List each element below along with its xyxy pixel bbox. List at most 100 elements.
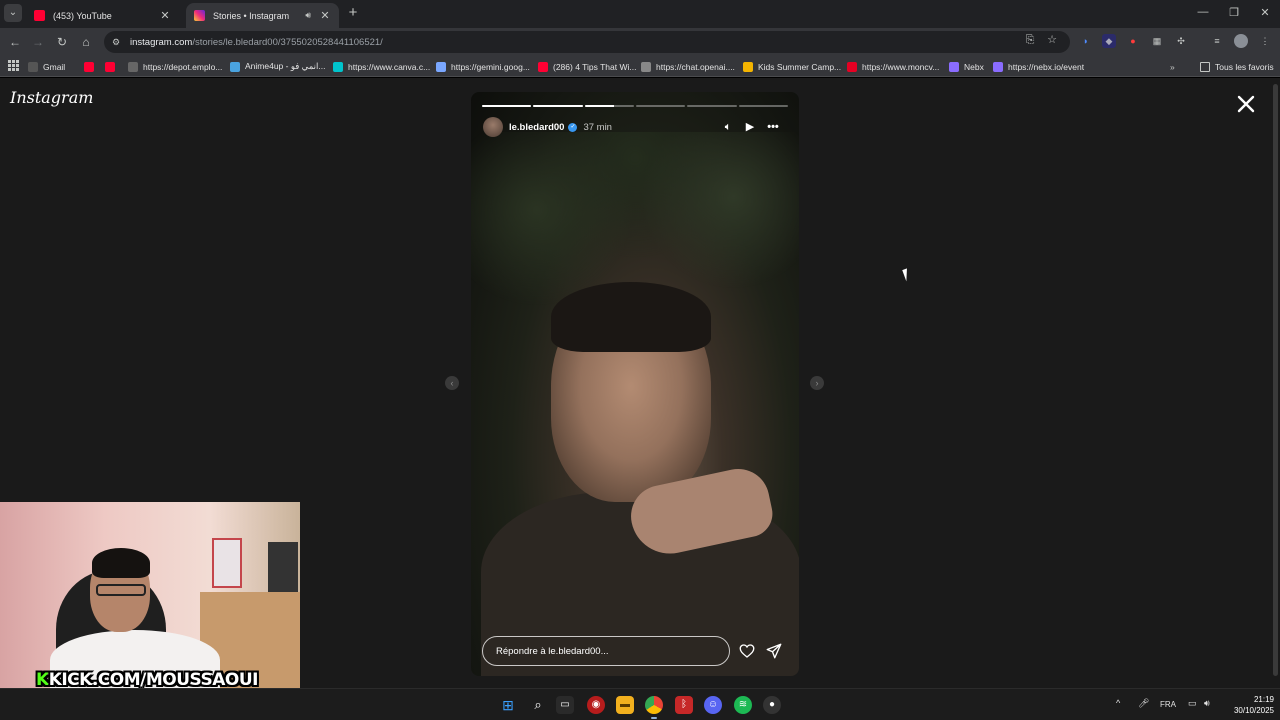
task-view-icon[interactable]: ▭ [556, 696, 574, 714]
app-icon[interactable]: ◉ [587, 696, 605, 714]
all-bookmarks-folder[interactable]: Tous les favoris [1200, 59, 1274, 74]
send-share-icon[interactable] [765, 642, 783, 660]
spotify-icon[interactable]: ≋ [734, 696, 752, 714]
bookmark-item[interactable]: https://chat.openai.... [641, 59, 735, 74]
discord-icon[interactable]: ☺ [704, 696, 722, 714]
globe-icon [128, 61, 138, 72]
verified-badge-icon: ✓ [568, 122, 578, 132]
chrome-icon[interactable] [645, 696, 663, 714]
network-icon[interactable]: ▭ [1188, 698, 1197, 709]
bookmark-item[interactable]: https://gemini.goog... [436, 59, 530, 74]
gmail-icon [28, 61, 38, 72]
bookmark-item[interactable]: (286) 4 Tips That Wi... [538, 59, 636, 74]
kick-channel-url: KICK.COM/MOUSSAOUI [48, 670, 259, 689]
bookmark-item[interactable] [84, 59, 99, 74]
instagram-icon [194, 10, 205, 21]
file-explorer-icon[interactable]: ▬ [616, 696, 634, 714]
extension-icon[interactable]: ● [1126, 34, 1140, 48]
close-window-icon[interactable]: ✕ [1258, 6, 1272, 19]
speaker-icon[interactable]: 🔊︎ [305, 10, 311, 21]
kick-logo-letter: K [36, 670, 49, 689]
like-heart-icon[interactable] [738, 642, 756, 660]
bookmark-label: https://www.canva.c... [348, 61, 431, 72]
next-story-icon[interactable]: › [810, 376, 824, 390]
search-icon[interactable]: ⌕ [529, 696, 547, 714]
tab-instagram[interactable]: Stories • Instagram 🔊︎ ✕ [186, 3, 339, 28]
tab-title: (453) YouTube [53, 10, 112, 21]
bookmark-item[interactable]: https://nebx.io/event [993, 59, 1084, 74]
clock-time: 21:19 [1253, 695, 1274, 704]
play-icon[interactable]: ▶ [742, 119, 758, 135]
bookmark-item[interactable]: https://www.canva.c... [333, 59, 430, 74]
bookmark-label: Anime4up - انمي فو... [245, 61, 326, 71]
bookmark-item[interactable]: Anime4up - انمي فو... [230, 59, 325, 74]
youtube-icon [84, 61, 94, 72]
instagram-logo[interactable]: Instagram [10, 88, 93, 107]
address-bar[interactable]: ⚙ instagram.com/stories/le.bledard00/375… [104, 31, 1070, 53]
windows-taskbar: ⊞ ⌕ ▭ ◉ ▬ ᛒ ☺ ≋ ● ^ 🎤︎ FRA ▭ 🔊︎ 21:19 30… [0, 688, 1280, 720]
site-info-icon[interactable]: ⚙ [112, 37, 124, 48]
bookmark-item[interactable]: https://www.moncv... [847, 59, 939, 74]
app-icon[interactable]: ● [763, 696, 781, 714]
extensions-puzzle-icon[interactable]: ✣ [1174, 34, 1188, 48]
restore-icon[interactable]: ❐ [1227, 6, 1241, 19]
app-icon[interactable]: ᛒ [675, 696, 693, 714]
language-indicator[interactable]: FRA [1160, 700, 1176, 709]
minimize-icon[interactable]: — [1196, 6, 1210, 18]
bookmark-star-icon[interactable]: ☆ [1044, 32, 1060, 48]
back-icon[interactable]: ← [7, 34, 23, 50]
story-username[interactable]: le.bledard00 [509, 122, 564, 133]
mouse-cursor [902, 266, 916, 282]
youtube-icon [538, 61, 548, 72]
nebx-icon [949, 61, 959, 72]
show-hidden-icons-icon[interactable]: ^ [1116, 698, 1120, 708]
apps-grid-icon[interactable] [8, 60, 19, 71]
bookmark-label: https://www.moncv... [862, 61, 940, 72]
forward-icon[interactable]: → [30, 34, 46, 50]
browser-toolbar: ← → ↻ ⌂ ⚙ instagram.com/stories/le.bleda… [0, 28, 1280, 56]
youtube-icon [34, 10, 45, 21]
story-media[interactable]: le.bledard00 ✓ 37 min 🔈︎ ▶ ••• Répondre … [471, 92, 799, 676]
bookmarks-bar: Gmail https://depot.emplo... Anime4up - ان… [0, 56, 1280, 77]
reply-input[interactable]: Répondre à le.bledard00... [482, 636, 730, 666]
mute-icon[interactable]: 🔈︎ [720, 119, 736, 135]
bookmark-item[interactable]: Gmail [28, 59, 65, 74]
more-options-icon[interactable]: ••• [765, 119, 781, 135]
extension-icon[interactable]: ▦ [1150, 34, 1164, 48]
bookmark-label: Nebx [964, 61, 984, 72]
glasses [96, 584, 146, 596]
page-scrollbar[interactable] [1270, 78, 1280, 688]
bookmark-label: https://gemini.goog... [451, 61, 530, 72]
tab-youtube[interactable]: (453) YouTube ✕ [26, 3, 179, 28]
reload-icon[interactable]: ↻ [54, 34, 70, 50]
anime4up-icon [230, 61, 240, 72]
volume-icon[interactable]: 🔊︎ [1204, 698, 1210, 709]
new-tab-button[interactable]: + [345, 5, 361, 21]
close-story-icon[interactable] [1234, 92, 1258, 116]
nebx-icon [993, 61, 1003, 72]
install-app-icon[interactable]: ⎘ [1022, 32, 1038, 48]
close-tab-icon[interactable]: ✕ [159, 9, 171, 22]
bookmark-item[interactable]: Nebx [949, 59, 984, 74]
bookmark-item[interactable]: https://depot.emplo... [128, 59, 222, 74]
media-controls-icon[interactable]: ≡ [1210, 34, 1224, 48]
microphone-icon[interactable]: 🎤︎ [1138, 698, 1149, 709]
home-icon[interactable]: ⌂ [78, 34, 94, 50]
avatar[interactable] [483, 117, 503, 137]
profile-avatar-icon[interactable] [1234, 34, 1248, 48]
background-box [268, 542, 298, 592]
extension-icon[interactable]: ◆ [1102, 34, 1116, 48]
streamer-hair [92, 548, 150, 578]
close-tab-icon[interactable]: ✕ [319, 9, 331, 22]
more-bookmarks-icon[interactable]: » [1170, 59, 1175, 74]
previous-story-icon[interactable]: ‹ [445, 376, 459, 390]
windows-start-icon[interactable]: ⊞ [499, 696, 517, 714]
system-clock[interactable]: 21:19 30/10/2025 [1226, 694, 1274, 716]
extension-icon[interactable]: ◑ [1078, 34, 1092, 48]
scrollbar-thumb[interactable] [1273, 84, 1278, 676]
url-host: instagram.com [130, 36, 193, 48]
tab-search-chevron-icon[interactable]: ⌄ [4, 4, 22, 22]
bookmark-item[interactable] [105, 59, 120, 74]
more-menu-icon[interactable]: ⋮ [1258, 34, 1272, 48]
bookmark-item[interactable]: Kids Summer Camp... [743, 59, 841, 74]
